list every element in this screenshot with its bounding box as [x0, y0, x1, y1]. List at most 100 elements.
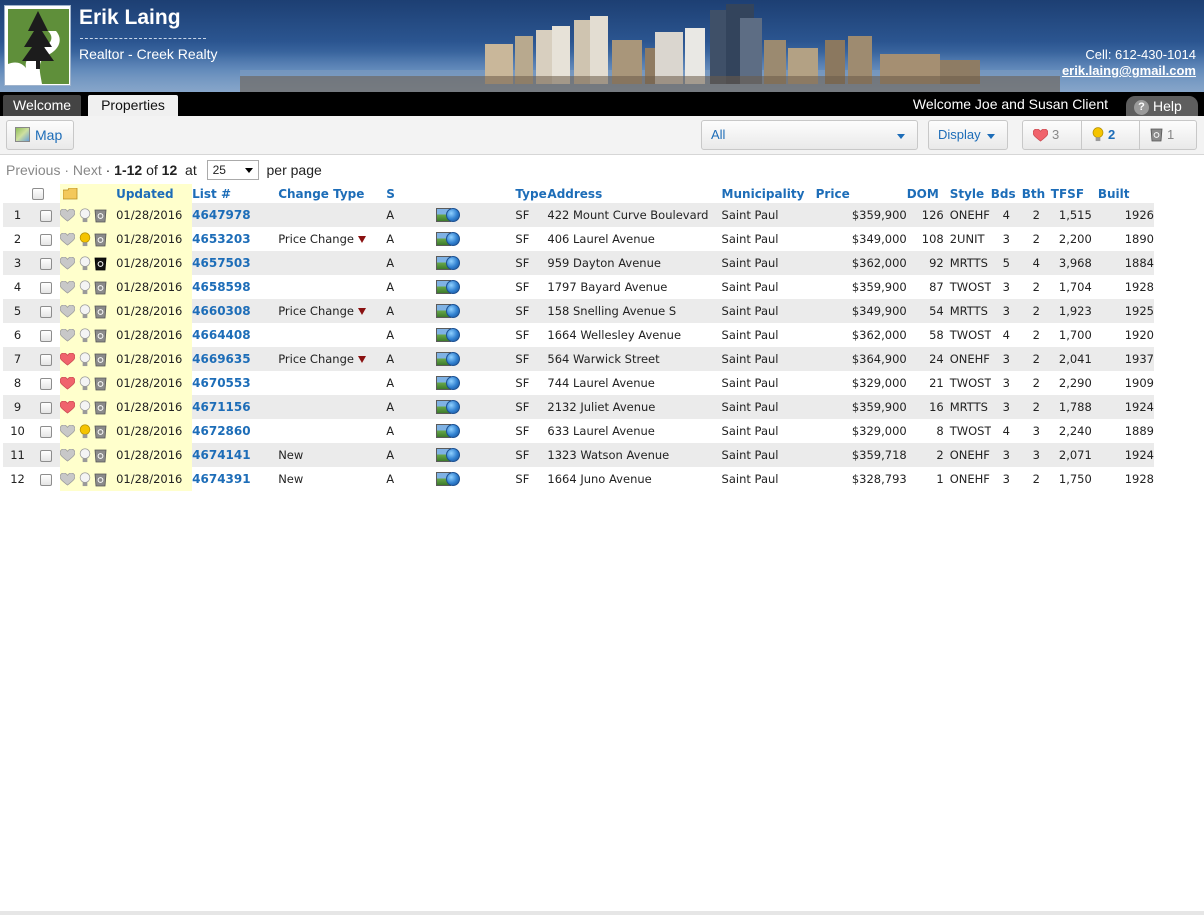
- row-checkbox[interactable]: [40, 329, 53, 342]
- row-checkbox[interactable]: [40, 473, 53, 486]
- row-checkbox[interactable]: [40, 305, 53, 318]
- photo-map-icon[interactable]: [436, 231, 462, 247]
- table-row[interactable]: 10 01/28/2016 4672860 A SF 633 Laurel Avenue…: [3, 419, 1154, 443]
- photo-map-icon[interactable]: [436, 447, 462, 463]
- lightbulb-icon[interactable]: [79, 375, 91, 391]
- list-number-link[interactable]: 4660308: [192, 304, 250, 318]
- lightbulb-icon[interactable]: [79, 423, 91, 439]
- lightbulb-icon[interactable]: [79, 399, 91, 415]
- lightbulb-icon[interactable]: [79, 351, 91, 367]
- trash-icon[interactable]: [94, 280, 107, 295]
- trash-icon[interactable]: [94, 328, 107, 343]
- list-number-link[interactable]: 4657503: [192, 256, 250, 270]
- favorites-filter-button[interactable]: 3: [1023, 121, 1081, 149]
- heart-icon[interactable]: [60, 280, 76, 294]
- row-checkbox[interactable]: [40, 449, 53, 462]
- tab-properties[interactable]: Properties: [88, 95, 178, 116]
- photo-map-icon[interactable]: [436, 255, 462, 271]
- lightbulb-icon[interactable]: [79, 255, 91, 271]
- list-number-link[interactable]: 4664408: [192, 328, 250, 342]
- trash-icon[interactable]: [94, 376, 107, 391]
- photo-map-icon[interactable]: [436, 207, 462, 223]
- heart-icon[interactable]: [60, 256, 76, 270]
- photo-map-icon[interactable]: [436, 279, 462, 295]
- list-number-link[interactable]: 4669635: [192, 352, 250, 366]
- row-checkbox[interactable]: [40, 257, 53, 270]
- lightbulb-icon[interactable]: [79, 231, 91, 247]
- beds-header[interactable]: Bds: [991, 184, 1022, 203]
- photo-map-icon[interactable]: [436, 327, 462, 343]
- type-header[interactable]: Type: [515, 184, 547, 203]
- trash-filter-button[interactable]: 1: [1139, 121, 1197, 149]
- list-number-header[interactable]: List #: [192, 184, 278, 203]
- trash-icon[interactable]: [94, 352, 107, 367]
- row-checkbox[interactable]: [40, 425, 53, 438]
- table-row[interactable]: 9 01/28/2016 4671156 A SF 2132 Juliet Avenue…: [3, 395, 1154, 419]
- lightbulb-icon[interactable]: [79, 447, 91, 463]
- baths-header[interactable]: Bth: [1022, 184, 1051, 203]
- help-button[interactable]: ? Help: [1126, 96, 1198, 116]
- list-number-link[interactable]: 4674391: [192, 472, 250, 486]
- row-checkbox[interactable]: [40, 233, 53, 246]
- change-type-header[interactable]: Change Type: [278, 184, 386, 203]
- display-button[interactable]: Display: [928, 120, 1008, 150]
- list-number-link[interactable]: 4647978: [192, 208, 250, 222]
- lightbulb-icon[interactable]: [79, 207, 91, 223]
- lightbulb-icon[interactable]: [79, 303, 91, 319]
- table-row[interactable]: 1 01/28/2016 4647978 A SF 422 Mount Curve Bo…: [3, 203, 1154, 227]
- row-checkbox[interactable]: [40, 209, 53, 222]
- select-all-checkbox[interactable]: [32, 188, 45, 200]
- heart-icon[interactable]: [60, 208, 76, 222]
- lightbulb-icon[interactable]: [79, 327, 91, 343]
- photo-map-icon[interactable]: [436, 399, 462, 415]
- table-row[interactable]: 5 01/28/2016 4660308 Price Change A SF 158 Sn…: [3, 299, 1154, 323]
- table-row[interactable]: 6 01/28/2016 4664408 A SF 1664 Wellesley Ave…: [3, 323, 1154, 347]
- trash-icon[interactable]: [94, 304, 107, 319]
- trash-icon[interactable]: [94, 208, 107, 223]
- next-link[interactable]: Next: [73, 162, 102, 178]
- per-page-select[interactable]: 25: [206, 160, 259, 180]
- trash-icon[interactable]: [94, 424, 107, 439]
- heart-icon[interactable]: [60, 304, 76, 318]
- heart-icon[interactable]: [60, 376, 76, 390]
- lightbulb-icon[interactable]: [79, 279, 91, 295]
- price-header[interactable]: Price: [816, 184, 907, 203]
- status-header[interactable]: S: [386, 184, 436, 203]
- agent-email-link[interactable]: erik.laing@gmail.com: [1062, 63, 1196, 79]
- map-button[interactable]: Map: [6, 120, 74, 150]
- photo-map-icon[interactable]: [436, 423, 462, 439]
- trash-icon[interactable]: [94, 472, 107, 487]
- filter-select[interactable]: All: [701, 120, 918, 150]
- row-checkbox[interactable]: [40, 377, 53, 390]
- row-checkbox[interactable]: [40, 401, 53, 414]
- built-header[interactable]: Built: [1098, 184, 1154, 203]
- ideas-filter-button[interactable]: 2: [1081, 121, 1139, 149]
- row-checkbox[interactable]: [40, 281, 53, 294]
- list-number-link[interactable]: 4653203: [192, 232, 250, 246]
- list-number-link[interactable]: 4671156: [192, 400, 250, 414]
- heart-icon[interactable]: [60, 232, 76, 246]
- list-number-link[interactable]: 4670553: [192, 376, 250, 390]
- table-row[interactable]: 2 01/28/2016 4653203 Price Change A SF 406 La…: [3, 227, 1154, 251]
- horizontal-scrollbar[interactable]: [0, 911, 1204, 915]
- tab-welcome[interactable]: Welcome: [3, 95, 82, 116]
- list-number-link[interactable]: 4672860: [192, 424, 250, 438]
- trash-icon[interactable]: [94, 256, 107, 271]
- photo-map-icon[interactable]: [436, 351, 462, 367]
- photo-map-icon[interactable]: [436, 303, 462, 319]
- heart-icon[interactable]: [60, 352, 76, 366]
- row-checkbox[interactable]: [40, 353, 53, 366]
- address-header[interactable]: Address: [547, 184, 721, 203]
- table-row[interactable]: 3 01/28/2016 4657503 A SF 959 Dayton Avenue S…: [3, 251, 1154, 275]
- table-row[interactable]: 7 01/28/2016 4669635 Price Change A SF 564 Wa…: [3, 347, 1154, 371]
- heart-icon[interactable]: [60, 424, 76, 438]
- photo-map-icon[interactable]: [436, 471, 462, 487]
- list-number-link[interactable]: 4674141: [192, 448, 250, 462]
- trash-icon[interactable]: [94, 400, 107, 415]
- table-row[interactable]: 12 01/28/2016 4674391 New A SF 1664 Juno Aven…: [3, 467, 1154, 491]
- trash-icon[interactable]: [94, 448, 107, 463]
- heart-icon[interactable]: [60, 400, 76, 414]
- style-header[interactable]: Style: [944, 184, 991, 203]
- table-row[interactable]: 8 01/28/2016 4670553 A SF 744 Laurel Avenue S…: [3, 371, 1154, 395]
- previous-link[interactable]: Previous: [6, 162, 60, 178]
